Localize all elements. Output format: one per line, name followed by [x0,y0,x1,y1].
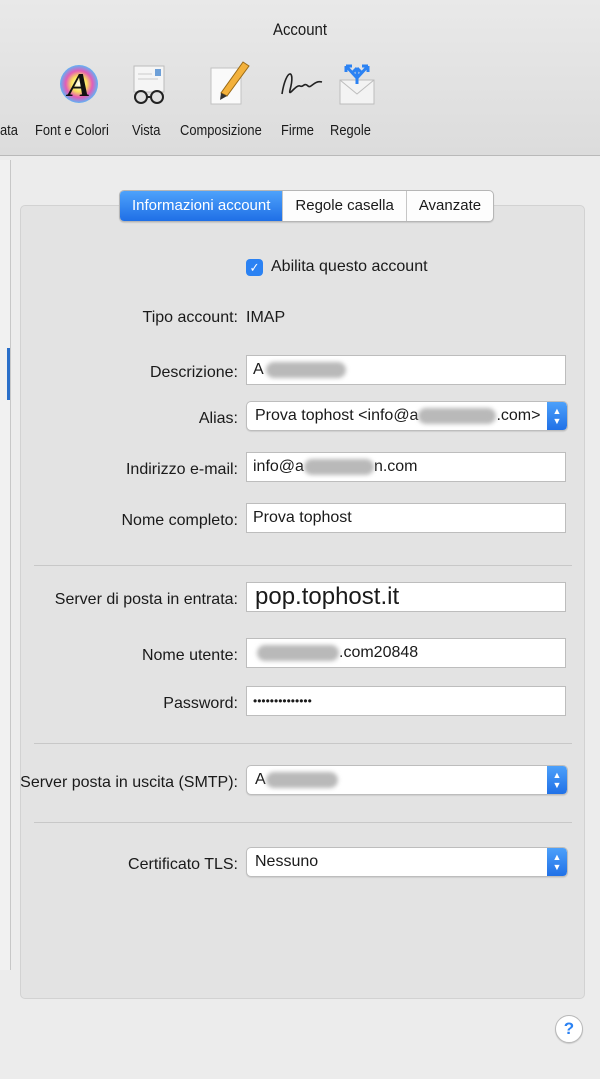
redacted-blur [418,407,497,424]
account-list-edge[interactable] [0,160,11,970]
tls-popup[interactable]: Nessuno ▲ ▼ [246,847,568,877]
incoming-server-field[interactable]: pop.tophost.it [246,582,566,612]
compose-icon[interactable] [205,60,253,108]
email-label: Indirizzo e-mail: [125,461,238,478]
separator [34,565,572,566]
redacted-blur [265,361,346,378]
alias-value-start: Prova tophost <info@a [255,407,419,424]
redacted-blur [303,458,374,475]
tab-bar: Informazioni account Regole casella Avan… [119,190,495,222]
password-value: •••••••••••••• [253,694,312,708]
password-label: Password: [163,695,238,712]
tls-label: Certificato TLS: [128,856,238,873]
help-button[interactable]: ? [555,1015,583,1043]
alias-label: Alias: [198,410,238,427]
redacted-blur [257,644,339,661]
glasses-icon[interactable] [128,60,176,108]
username-field[interactable]: .com20848 [246,638,566,668]
username-value-end: .com20848 [339,644,419,661]
account-type-label: Tipo account: [142,309,238,326]
chevron-updown-icon[interactable]: ▲ ▼ [547,402,567,430]
fullname-value: Prova tophost [253,509,352,526]
svg-text:A: A [66,67,91,104]
enable-account-checkbox[interactable]: ✓ [246,258,263,276]
toolbar-label-vista[interactable]: Vista [132,122,160,139]
description-value: A [253,361,264,378]
toolbar-label-partial[interactable]: ata [0,122,18,139]
alias-popup[interactable]: Prova tophost <info@a .com> ▲ ▼ [246,401,568,431]
toolbar: Account A ata Font e Colori Vista Compos… [0,0,600,156]
email-value-start: info@a [253,458,304,475]
tls-value: Nessuno [255,853,319,870]
smtp-popup[interactable]: A ▲ ▼ [246,765,568,795]
separator [34,822,572,823]
password-field[interactable]: •••••••••••••• [246,686,566,716]
fullname-label: Nome completo: [121,512,239,529]
smtp-value: A [255,771,266,788]
username-label: Nome utente: [141,647,238,664]
font-colors-icon[interactable]: A [55,60,103,108]
fullname-field[interactable]: Prova tophost [246,503,566,533]
window-title: Account [272,20,328,39]
account-list-selection [7,348,10,400]
enable-account-row[interactable]: ✓ Abilita questo account [246,258,428,276]
toolbar-label-firme[interactable]: Firme [281,122,314,139]
description-field[interactable]: A [246,355,566,385]
separator [34,743,572,744]
alias-value-end: .com> [496,407,541,424]
account-type-value: IMAP [246,309,286,326]
toolbar-label-font-colors[interactable]: Font e Colori [35,122,109,139]
rules-icon[interactable] [334,60,382,108]
signature-icon[interactable] [278,60,326,108]
email-value-end: n.com [373,458,418,475]
toolbar-label-regole[interactable]: Regole [330,122,371,139]
toolbar-label-composizione[interactable]: Composizione [180,122,262,139]
chevron-updown-icon[interactable]: ▲ ▼ [547,848,567,876]
chevron-updown-icon[interactable]: ▲ ▼ [547,766,567,794]
tab-account-info[interactable]: Informazioni account [120,191,283,221]
enable-account-label: Abilita questo account [271,258,428,275]
tab-advanced[interactable]: Avanzate [405,191,493,221]
incoming-server-value: pop.tophost.it [255,583,400,610]
description-label: Descrizione: [149,364,238,381]
smtp-label: Server posta in uscita (SMTP): [20,774,238,791]
incoming-server-label: Server di posta in entrata: [54,591,238,608]
redacted-blur [265,771,338,788]
tab-mailbox-rules[interactable]: Regole casella [282,191,405,221]
email-field[interactable]: info@a n.com [246,452,566,482]
